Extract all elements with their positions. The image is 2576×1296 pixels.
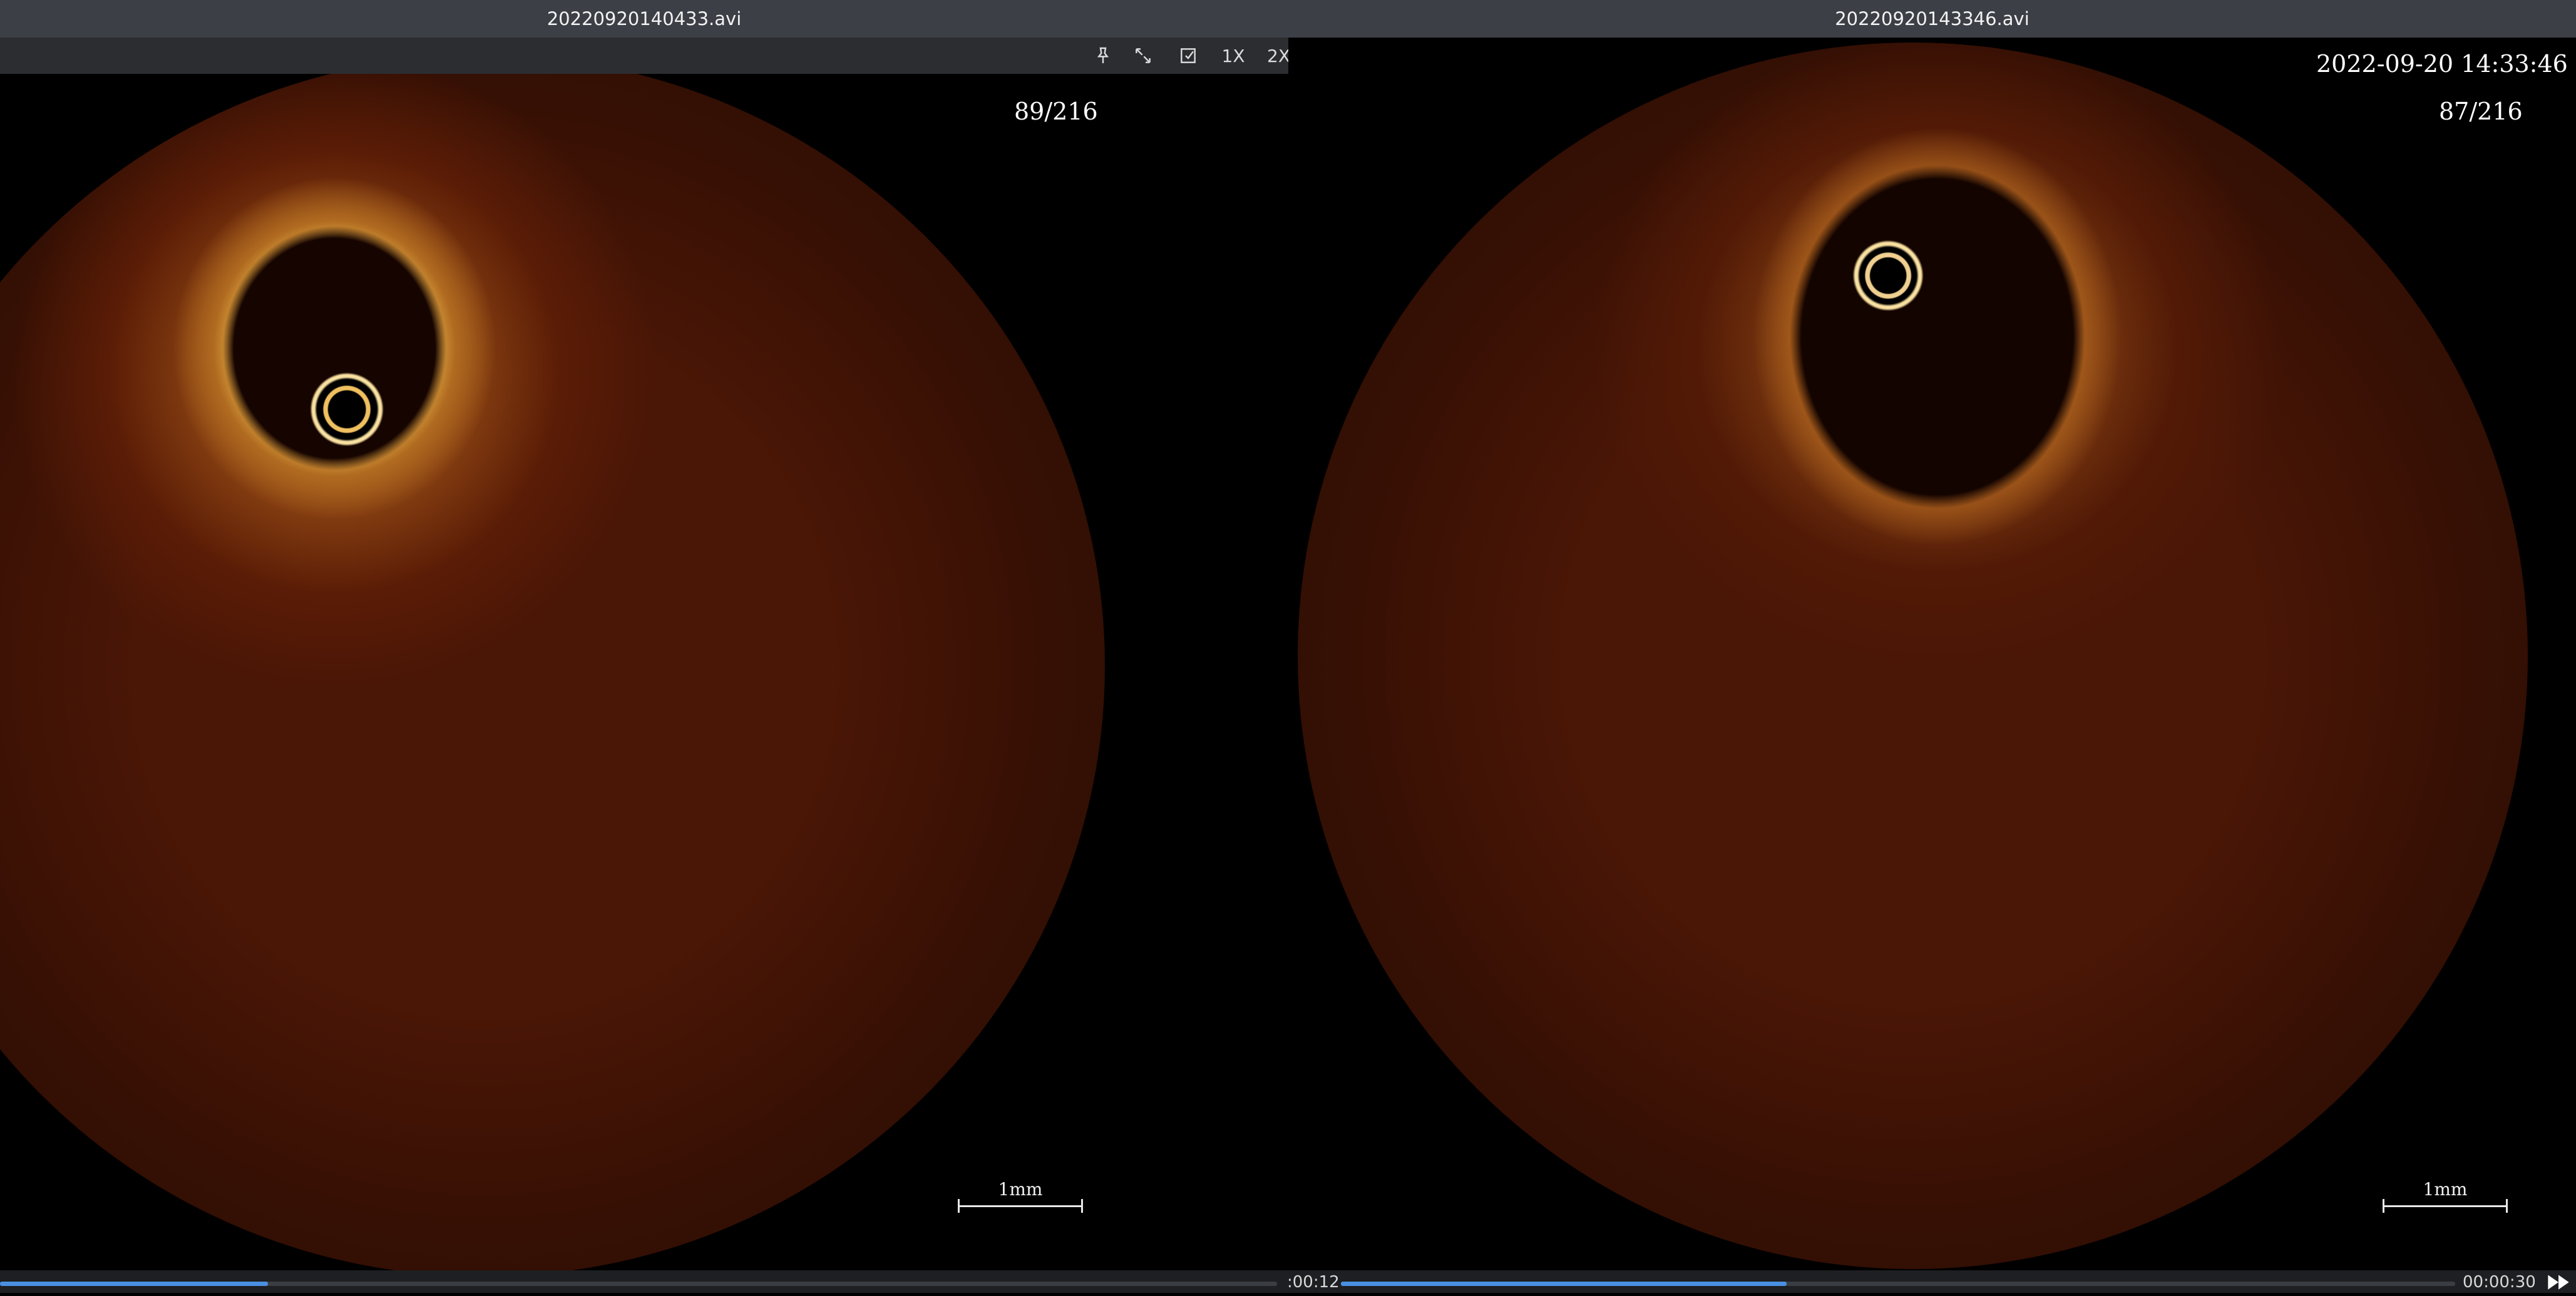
frame-counter-right: 87/216: [2439, 98, 2523, 125]
acquisition-timestamp: 2022-09-20 14:33:46: [2316, 50, 2568, 78]
expand-icon[interactable]: [1131, 44, 1156, 68]
video-title-left: 20220920140433.avi: [547, 8, 742, 29]
oct-viewer-left[interactable]: 89/216 1mm: [0, 74, 1288, 1270]
play-next-icon[interactable]: [2546, 1273, 2571, 1292]
viewer-toolbar-left: 1X 2X: [0, 38, 1288, 74]
time-readout-right: 00:00:30: [2463, 1273, 2536, 1292]
scale-line-right: [2383, 1205, 2508, 1207]
progress-bar-right[interactable]: [1341, 1282, 2455, 1286]
scale-tick-left-end: [1081, 1199, 1083, 1213]
progress-fill-right: [1341, 1282, 1787, 1286]
scale-label-right: 1mm: [2423, 1179, 2468, 1200]
export-icon[interactable]: [1176, 44, 1201, 68]
video-title-right: 20220920143346.avi: [1835, 8, 2029, 29]
scale-bar-right: 1mm: [2383, 1179, 2508, 1213]
oct-viewer-right[interactable]: 2022-09-20 14:33:46 87/216 1mm: [1288, 38, 2576, 1270]
zoom-2x-button[interactable]: 2X: [1267, 44, 1288, 68]
title-bar-left: 20220920140433.avi: [0, 0, 1288, 38]
oct-scan-image-left: [0, 74, 1105, 1270]
pin-icon[interactable]: [1090, 44, 1116, 68]
scale-tick-right-start: [2383, 1199, 2384, 1213]
scale-bar-left: 1mm: [958, 1179, 1083, 1213]
scale-tick-left-start: [958, 1199, 960, 1213]
scale-line-left: [958, 1205, 1083, 1207]
progress-fill-left: [0, 1282, 269, 1286]
frame-counter-left: 89/216: [1014, 98, 1098, 125]
time-readout-left: :00:12: [1287, 1273, 1340, 1292]
scale-label-left: 1mm: [998, 1179, 1043, 1200]
oct-scan-image-right: [1298, 43, 2528, 1269]
scale-tick-right-end: [2506, 1199, 2508, 1213]
title-bar-right: 20220920143346.avi: [1288, 0, 2576, 38]
zoom-1x-button[interactable]: 1X: [1221, 44, 1246, 68]
progress-bar-left[interactable]: [0, 1282, 1277, 1286]
playback-bar: :00:12 00:00:30: [0, 1270, 2576, 1293]
